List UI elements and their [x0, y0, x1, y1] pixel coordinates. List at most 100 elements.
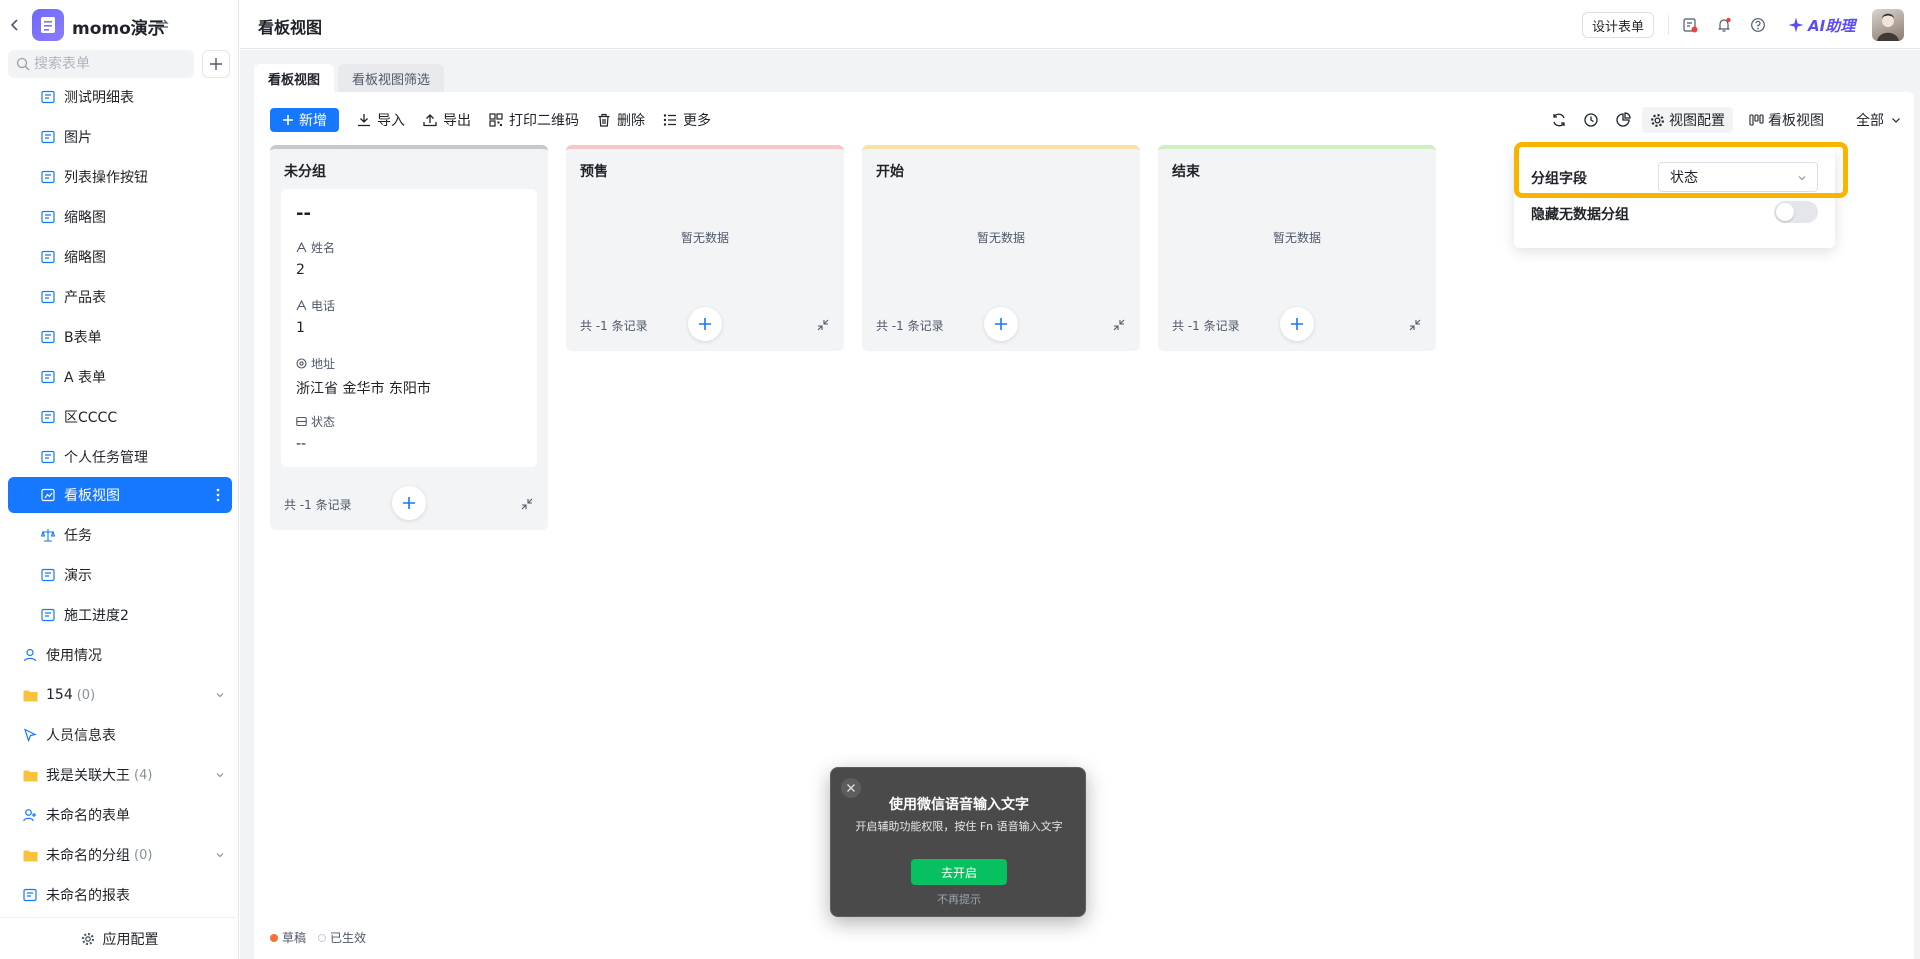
sidebar-item-unnamed-report[interactable]: 未命名的报表 [8, 877, 232, 909]
column-title: 结束 [1172, 164, 1200, 180]
field-label: 电话 [296, 297, 335, 314]
hide-empty-toggle[interactable] [1774, 201, 1818, 223]
status-legend: 草稿 已生效 [270, 929, 378, 946]
card-title: -- [296, 203, 311, 224]
field-label: 地址 [296, 355, 335, 372]
help-icon[interactable] [1748, 15, 1768, 35]
close-icon [847, 784, 855, 792]
highlight-box [1514, 142, 1848, 198]
design-form-button[interactable]: 设计表单 [1582, 12, 1654, 38]
sidebar-item[interactable]: 区CCCC [8, 399, 232, 435]
scope-select[interactable]: 全部 [1848, 107, 1914, 133]
kanban-column-presale: 预售 暂无数据 共 -1 条记录 [566, 145, 844, 351]
print-qr-button[interactable]: 打印二维码 [489, 110, 579, 130]
tab-kanban-filter[interactable]: 看板视图筛选 [338, 64, 445, 92]
empty-state: 暂无数据 [976, 231, 1025, 245]
sidebar-item[interactable]: 缩略图 [8, 239, 232, 275]
add-card-button[interactable] [984, 307, 1018, 341]
sidebar-item[interactable]: 测试明细表 [8, 79, 232, 115]
chevron-down-icon[interactable] [214, 849, 226, 861]
view-config-label: 视图配置 [1669, 113, 1725, 129]
record-count: 共 -1 条记录 [284, 498, 352, 512]
sidebar-item[interactable]: 产品表 [8, 279, 232, 315]
export-button[interactable]: 导出 [423, 110, 471, 130]
sidebar-item-label: 任务 [64, 528, 92, 544]
plus-icon [210, 58, 222, 70]
search-box [8, 50, 194, 78]
switch-icon[interactable] [154, 17, 170, 33]
pie-chart-icon[interactable] [1612, 109, 1634, 131]
add-card-button[interactable] [688, 307, 722, 341]
collapse-icon[interactable] [520, 497, 534, 511]
todo-icon[interactable] [1680, 15, 1700, 35]
sidebar-item-label: 缩略图 [64, 210, 106, 226]
add-card-button[interactable] [1280, 307, 1314, 341]
sidebar-item-usage[interactable]: 使用情况 [8, 637, 232, 673]
add-form-button[interactable] [202, 50, 230, 78]
sidebar-item-label: 个人任务管理 [64, 450, 148, 466]
delete-button[interactable]: 删除 [597, 110, 645, 130]
sidebar-item-label: 施工进度2 [64, 608, 129, 624]
sidebar-item-label: 看板视图 [64, 488, 120, 504]
user-icon [22, 647, 38, 663]
import-button[interactable]: 导入 [357, 110, 405, 130]
collapse-icon[interactable] [1112, 318, 1126, 332]
kanban-card[interactable]: -- 姓名 2 电话 1 地址 浙江省 金华市 东阳市 状态 -- [281, 189, 537, 467]
add-button[interactable]: 新增 [270, 108, 339, 132]
sidebar-item-label: 未命名的表单 [46, 808, 130, 824]
more-button[interactable]: 更多 [663, 110, 711, 130]
app-name: momo演示 [72, 19, 165, 39]
search-input[interactable] [34, 56, 184, 72]
sidebar-item-kanban-active[interactable]: 看板视图 [8, 477, 232, 513]
sidebar-item[interactable]: 演示 [8, 557, 232, 593]
plus-icon [283, 115, 293, 125]
enable-button[interactable]: 去开启 [911, 859, 1007, 885]
sidebar-folder-154[interactable]: 154 (0) [8, 677, 232, 713]
collapse-icon[interactable] [816, 318, 830, 332]
import-label: 导入 [377, 113, 405, 129]
empty-state: 暂无数据 [680, 231, 729, 245]
search-icon [16, 57, 30, 71]
collapse-icon[interactable] [1408, 318, 1422, 332]
clock-icon[interactable] [1580, 109, 1602, 131]
sidebar-item-label: 使用情况 [46, 648, 102, 664]
sidebar-item[interactable]: 施工进度2 [8, 597, 232, 633]
sidebar-item[interactable]: 列表操作按钮 [8, 159, 232, 195]
kanban-icon [40, 487, 56, 503]
sidebar-item-unnamed-form[interactable]: 未命名的表单 [8, 797, 232, 833]
chevron-down-icon[interactable] [214, 769, 226, 781]
gear-icon [81, 932, 94, 945]
tab-kanban[interactable]: 看板视图 [254, 64, 335, 92]
sidebar-item[interactable]: B表单 [8, 319, 232, 355]
sidebar-folder-relation[interactable]: 我是关联大王 (4) [8, 757, 232, 793]
avatar[interactable] [1872, 9, 1904, 41]
chevron-down-icon[interactable] [214, 689, 226, 701]
sidebar-item[interactable]: 图片 [8, 119, 232, 155]
sidebar-item[interactable]: A 表单 [8, 359, 232, 395]
sidebar-item[interactable]: 任务 [8, 517, 232, 553]
form-icon [40, 369, 56, 385]
sidebar-item-label: B表单 [64, 330, 102, 346]
text-field-icon [296, 300, 307, 311]
sidebar-item[interactable]: 个人任务管理 [8, 439, 232, 475]
kanban-view-button[interactable]: 看板视图 [1741, 107, 1832, 133]
dismiss-link[interactable]: 不再提示 [831, 891, 1087, 907]
sidebar-folder-unnamed[interactable]: 未命名的分组 (0) [8, 837, 232, 873]
add-card-button[interactable] [392, 486, 426, 520]
plus-icon [995, 318, 1007, 330]
more-vertical-icon[interactable] [216, 487, 220, 503]
sidebar-item-label: 产品表 [64, 290, 106, 306]
bell-icon[interactable] [1714, 15, 1734, 35]
legend-draft: 草稿 [270, 929, 306, 946]
app-settings-label: 应用配置 [102, 931, 159, 948]
refresh-icon[interactable] [1548, 109, 1570, 131]
sidebar-item[interactable]: 缩略图 [8, 199, 232, 235]
form-icon [22, 887, 38, 903]
sidebar-item-label: 154 [46, 687, 73, 703]
ai-assistant-button[interactable]: AI助理 [1788, 14, 1855, 36]
sidebar-item-personnel[interactable]: 人员信息表 [8, 717, 232, 753]
wechat-voice-toast: 使用微信语音输入文字 开启辅助功能权限，按住 Fn 语音输入文字 去开启 不再提… [830, 767, 1086, 917]
app-settings-button[interactable]: 应用配置 [0, 917, 239, 959]
view-config-button[interactable]: 视图配置 [1642, 107, 1733, 133]
back-icon[interactable] [8, 15, 22, 35]
